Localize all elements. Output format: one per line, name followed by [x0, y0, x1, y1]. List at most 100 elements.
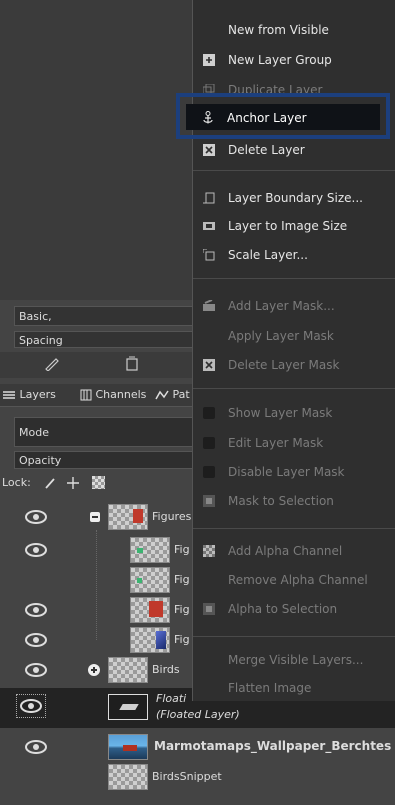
- brush-icon-bar: [0, 352, 195, 378]
- visibility-eye-icon[interactable]: [24, 509, 48, 525]
- layer-thumbnail: [130, 597, 170, 623]
- menu-separator: [193, 278, 395, 279]
- layer-name[interactable]: Fig: [174, 543, 190, 556]
- menu-delete-layer[interactable]: Delete Layer: [193, 136, 395, 164]
- checkbox-icon: [203, 466, 215, 478]
- menu-label: Show Layer Mask: [228, 406, 333, 420]
- layer-name[interactable]: Fig: [174, 573, 190, 586]
- visibility-eye-icon[interactable]: [24, 542, 48, 558]
- menu-scale-layer[interactable]: Scale Layer...: [193, 241, 395, 269]
- layer-row-birdssnippet[interactable]: BirdsSnippet: [0, 762, 395, 791]
- menu-delete-layer-mask[interactable]: Delete Layer Mask: [193, 351, 395, 379]
- alpha-channel-icon: [203, 545, 215, 557]
- add-layer-mask-icon: [203, 300, 215, 311]
- layer-name[interactable]: Marmotamaps_Wallpaper_Berchtes: [154, 739, 391, 753]
- menu-label: Delete Layer Mask: [228, 358, 340, 372]
- layer-name[interactable]: Birds: [152, 663, 180, 676]
- collapse-toggle-icon[interactable]: [90, 512, 100, 522]
- tab-channels[interactable]: Channels: [80, 384, 146, 406]
- menu-layer-to-image-size[interactable]: Layer to Image Size: [193, 212, 395, 240]
- layers-icon: [3, 391, 15, 399]
- menu-label: Add Alpha Channel: [228, 544, 343, 558]
- menu-label: Layer to Image Size: [228, 219, 348, 233]
- menu-label: Layer Boundary Size...: [228, 191, 363, 205]
- menu-label: Mask to Selection: [228, 494, 334, 508]
- menu-apply-layer-mask[interactable]: Apply Layer Mask: [193, 322, 395, 350]
- delete-layer-icon: [203, 144, 215, 156]
- layer-mode-select[interactable]: Mode: [14, 417, 195, 447]
- lock-position-icon[interactable]: [66, 476, 80, 490]
- menu-label: Delete Layer: [228, 143, 305, 157]
- menu-new-layer-group[interactable]: New Layer Group: [193, 46, 395, 74]
- layer-subtitle: (Floated Layer): [156, 708, 240, 721]
- visibility-eye-icon[interactable]: [19, 698, 43, 714]
- layer-thumbnail: [130, 567, 170, 593]
- menu-merge-visible-layers[interactable]: Merge Visible Layers...: [193, 646, 395, 674]
- dock-tabs: Layers Channels Pat: [0, 384, 195, 407]
- edit-brush-icon[interactable]: [44, 357, 60, 371]
- visibility-eye-icon[interactable]: [24, 662, 48, 678]
- lock-alpha-icon[interactable]: [92, 476, 105, 489]
- tab-layers-label: Layers: [19, 388, 56, 401]
- menu-separator: [193, 528, 395, 529]
- menu-label: New from Visible: [228, 23, 329, 37]
- opacity-slider[interactable]: Opacity: [14, 451, 195, 469]
- new-brush-icon[interactable]: [125, 356, 139, 372]
- spacing-slider[interactable]: Spacing: [14, 331, 195, 348]
- layer-to-image-icon: [203, 222, 215, 230]
- menu-edit-layer-mask[interactable]: Edit Layer Mask: [193, 429, 395, 457]
- visibility-eye-icon[interactable]: [24, 632, 48, 648]
- layer-boundary-icon: [203, 192, 215, 204]
- menu-alpha-to-selection[interactable]: Alpha to Selection: [193, 595, 395, 623]
- alpha-to-selection-icon: [203, 603, 215, 615]
- menu-layer-boundary-size[interactable]: Layer Boundary Size...: [193, 184, 395, 212]
- lock-label: Lock:: [2, 476, 31, 489]
- channels-icon: [80, 389, 92, 401]
- expand-toggle-icon[interactable]: [88, 664, 100, 676]
- layer-name[interactable]: BirdsSnippet: [152, 770, 222, 783]
- layer-thumbnail: [130, 537, 170, 563]
- mask-to-selection-icon: [203, 495, 215, 507]
- menu-add-alpha-channel[interactable]: Add Alpha Channel: [193, 537, 395, 565]
- menu-label: Scale Layer...: [228, 248, 308, 262]
- brush-preset[interactable]: Basic,: [14, 306, 195, 326]
- visibility-eye-icon[interactable]: [24, 602, 48, 618]
- lock-row: Lock:: [0, 472, 197, 494]
- checkbox-icon: [203, 407, 215, 419]
- menu-disable-layer-mask[interactable]: Disable Layer Mask: [193, 458, 395, 486]
- menu-label: Remove Alpha Channel: [228, 573, 368, 587]
- tab-layers[interactable]: Layers: [2, 384, 56, 406]
- tab-channels-label: Channels: [95, 388, 147, 401]
- layer-thumbnail: [108, 764, 148, 790]
- lock-pixels-icon[interactable]: [44, 477, 56, 489]
- menu-show-layer-mask[interactable]: Show Layer Mask: [193, 399, 395, 427]
- menu-add-layer-mask[interactable]: Add Layer Mask...: [193, 292, 395, 320]
- layer-name[interactable]: Figures: [152, 510, 191, 523]
- tab-paths[interactable]: Pat: [155, 384, 190, 406]
- layer-thumbnail: [108, 504, 148, 530]
- floating-layer-thumbnail: [108, 694, 148, 720]
- layer-thumbnail: [108, 734, 148, 760]
- menu-separator: [193, 388, 395, 389]
- checkbox-icon: [203, 437, 215, 449]
- layer-row-marmotamaps[interactable]: Marmotamaps_Wallpaper_Berchtes: [0, 732, 395, 761]
- layer-name[interactable]: Fig: [174, 633, 190, 646]
- visibility-eye-icon[interactable]: [24, 739, 48, 755]
- menu-flatten-image[interactable]: Flatten Image: [193, 674, 395, 702]
- layer-thumbnail: [130, 627, 170, 653]
- layer-name[interactable]: Fig: [174, 603, 190, 616]
- menu-label: Edit Layer Mask: [228, 436, 324, 450]
- new-layer-group-icon: [203, 54, 215, 66]
- menu-new-from-visible[interactable]: New from Visible: [193, 16, 395, 44]
- menu-mask-to-selection[interactable]: Mask to Selection: [193, 487, 395, 515]
- menu-label: Add Layer Mask...: [228, 299, 335, 313]
- tab-paths-label: Pat: [172, 388, 190, 401]
- layer-name[interactable]: Floati: [156, 692, 186, 705]
- menu-separator: [193, 636, 395, 637]
- annotation-highlight-box: [176, 93, 390, 139]
- scale-layer-icon: [203, 249, 215, 261]
- delete-mask-icon: [203, 359, 215, 371]
- menu-label: Flatten Image: [228, 681, 312, 695]
- menu-remove-alpha-channel[interactable]: Remove Alpha Channel: [193, 566, 395, 594]
- paths-icon: [155, 390, 169, 400]
